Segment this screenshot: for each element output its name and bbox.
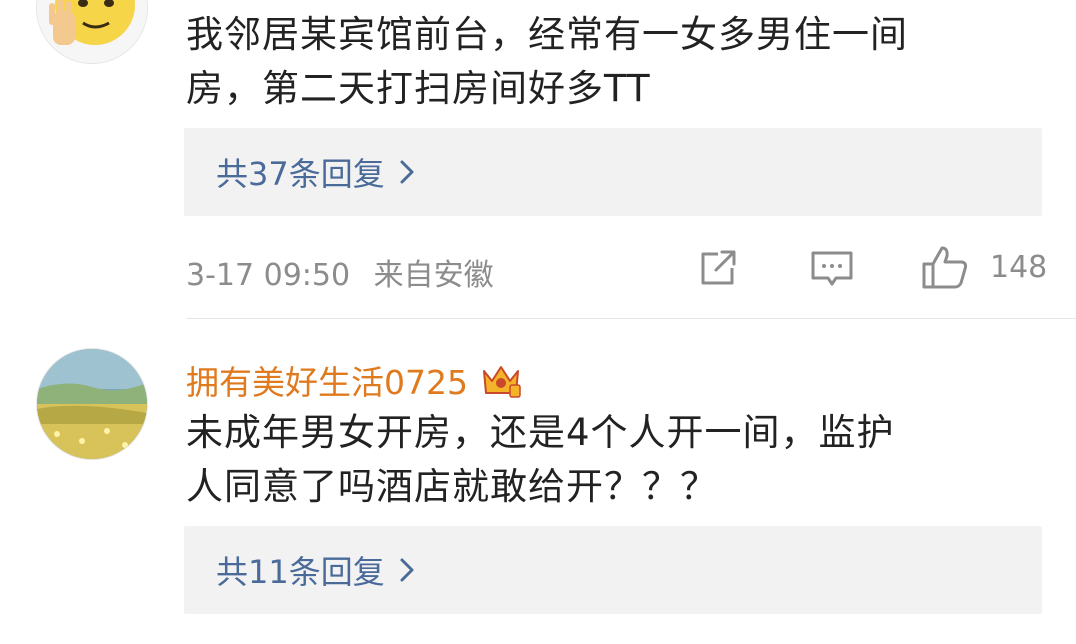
- username-label: 拥有美好生活0725: [186, 363, 468, 402]
- replies-count-label: 共37条回复: [216, 155, 385, 193]
- comment-divider: [186, 318, 1076, 319]
- crown-badge-icon: [480, 361, 522, 399]
- avatar[interactable]: [36, 348, 148, 460]
- like-icon: [922, 246, 968, 289]
- view-replies-button[interactable]: 共11条回复: [184, 526, 1042, 614]
- comment-location: 来自安徽: [373, 258, 494, 293]
- comment-username[interactable]: 拥有美好生活0725: [186, 356, 522, 404]
- like-count: 148: [990, 249, 1048, 285]
- comment-text-line: 我邻居某宾馆前台，经常有一女多男住一间: [186, 13, 908, 56]
- replies-count-label: 共11条回复: [216, 553, 385, 591]
- comment-button[interactable]: [810, 250, 854, 288]
- comment-date: 3-17 09:50: [186, 258, 351, 293]
- like-button[interactable]: 148: [920, 244, 1047, 290]
- emoji-avatar-icon: [37, 0, 147, 63]
- landscape-avatar-image: [37, 349, 147, 459]
- comment-text-line: 人同意了吗酒店就敢给开？？？: [186, 465, 718, 508]
- share-button[interactable]: [698, 248, 740, 288]
- comment-meta: 3-17 09:50 来自安徽: [186, 250, 508, 294]
- chevron-right-icon: [399, 159, 415, 185]
- comment-text: 我邻居某宾馆前台，经常有一女多男住一间 房，第二天打扫房间好多TT: [186, 8, 1046, 116]
- comment-text-line: 未成年男女开房，还是4个人开一间，监护: [186, 411, 895, 454]
- comment-text: 未成年男女开房，还是4个人开一间，监护 人同意了吗酒店就敢给开？？？: [186, 406, 1046, 514]
- comment-text-line: 房，第二天打扫房间好多TT: [186, 67, 651, 110]
- chevron-right-icon: [399, 557, 415, 583]
- comment-icon: [811, 251, 853, 286]
- share-icon: [701, 250, 736, 285]
- view-replies-button[interactable]: 共37条回复: [184, 128, 1042, 216]
- avatar[interactable]: [36, 0, 148, 64]
